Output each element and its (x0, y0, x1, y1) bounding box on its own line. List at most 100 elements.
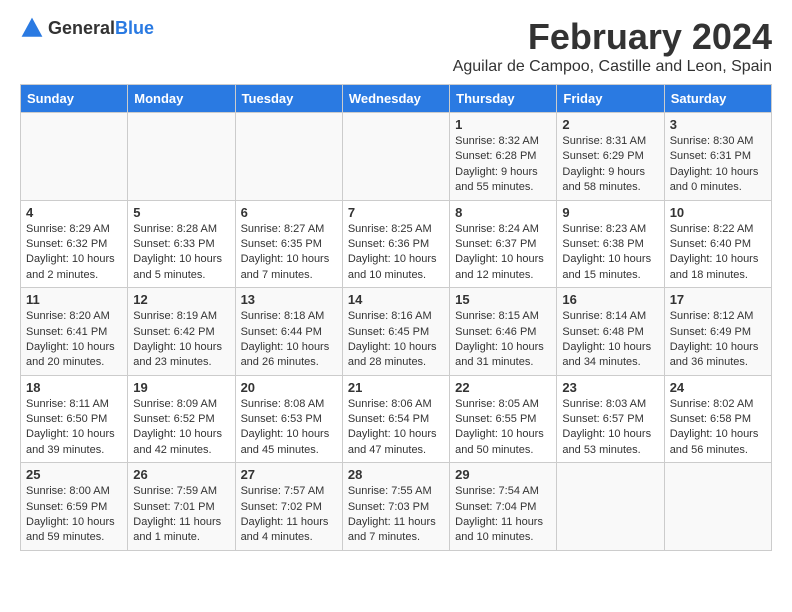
logo-text-blue: Blue (115, 18, 154, 38)
calendar-cell: 25 Sunrise: 8:00 AM Sunset: 6:59 PM Dayli… (21, 463, 128, 551)
day-info: Sunrise: 8:18 AM Sunset: 6:44 PM Dayligh… (241, 309, 337, 371)
calendar-cell: 22 Sunrise: 8:05 AM Sunset: 6:55 PM Dayli… (450, 375, 557, 463)
day-info: Sunrise: 8:14 AM Sunset: 6:48 PM Dayligh… (562, 309, 658, 371)
calendar-cell: 23 Sunrise: 8:03 AM Sunset: 6:57 PM Dayli… (557, 375, 664, 463)
calendar-cell (235, 113, 342, 201)
day-info: Sunrise: 7:59 AM Sunset: 7:01 PM Dayligh… (133, 484, 229, 546)
calendar-cell: 27 Sunrise: 7:57 AM Sunset: 7:02 PM Dayli… (235, 463, 342, 551)
calendar-cell: 4Sunrise: 8:29 AM Sunset: 6:32 PM Daylig… (21, 200, 128, 288)
day-info: Sunrise: 8:16 AM Sunset: 6:45 PM Dayligh… (348, 309, 444, 371)
day-number: 3 (670, 117, 766, 132)
calendar-cell: 26Sunrise: 7:59 AM Sunset: 7:01 PM Dayli… (128, 463, 235, 551)
calendar-cell: 10 Sunrise: 8:22 AM Sunset: 6:40 PM Dayli… (664, 200, 771, 288)
calendar-table: SundayMondayTuesdayWednesdayThursdayFrid… (20, 84, 772, 551)
day-info: Sunrise: 8:12 AM Sunset: 6:49 PM Dayligh… (670, 309, 766, 371)
day-number: 29 (455, 467, 551, 482)
column-header-tuesday: Tuesday (235, 85, 342, 113)
calendar-cell (342, 113, 449, 201)
day-number: 8 (455, 205, 551, 220)
column-header-friday: Friday (557, 85, 664, 113)
day-info: Sunrise: 8:28 AM Sunset: 6:33 PM Dayligh… (133, 222, 229, 284)
day-number: 19 (133, 380, 229, 395)
day-number: 17 (670, 292, 766, 307)
calendar-cell: 18 Sunrise: 8:11 AM Sunset: 6:50 PM Dayli… (21, 375, 128, 463)
calendar-week-row: 4Sunrise: 8:29 AM Sunset: 6:32 PM Daylig… (21, 200, 772, 288)
day-number: 27 (241, 467, 337, 482)
calendar-cell: 19 Sunrise: 8:09 AM Sunset: 6:52 PM Dayli… (128, 375, 235, 463)
day-info: Sunrise: 7:57 AM Sunset: 7:02 PM Dayligh… (241, 484, 337, 546)
day-number: 28 (348, 467, 444, 482)
day-number: 25 (26, 467, 122, 482)
calendar-cell: 17 Sunrise: 8:12 AM Sunset: 6:49 PM Dayli… (664, 288, 771, 376)
logo-icon (20, 16, 44, 40)
day-info: Sunrise: 8:23 AM Sunset: 6:38 PM Dayligh… (562, 222, 658, 284)
calendar-week-row: 25 Sunrise: 8:00 AM Sunset: 6:59 PM Dayli… (21, 463, 772, 551)
calendar-cell: 3 Sunrise: 8:30 AM Sunset: 6:31 PM Daylig… (664, 113, 771, 201)
day-number: 5 (133, 205, 229, 220)
calendar-cell: 16 Sunrise: 8:14 AM Sunset: 6:48 PM Dayli… (557, 288, 664, 376)
day-info: Sunrise: 8:08 AM Sunset: 6:53 PM Dayligh… (241, 397, 337, 459)
calendar-cell: 1 Sunrise: 8:32 AM Sunset: 6:28 PM Daylig… (450, 113, 557, 201)
calendar-cell: 7 Sunrise: 8:25 AM Sunset: 6:36 PM Daylig… (342, 200, 449, 288)
logo-text-general: General (48, 18, 115, 38)
calendar-cell: 6 Sunrise: 8:27 AM Sunset: 6:35 PM Daylig… (235, 200, 342, 288)
day-number: 13 (241, 292, 337, 307)
day-number: 23 (562, 380, 658, 395)
day-number: 24 (670, 380, 766, 395)
calendar-cell (21, 113, 128, 201)
calendar-cell: 8 Sunrise: 8:24 AM Sunset: 6:37 PM Daylig… (450, 200, 557, 288)
day-info: Sunrise: 8:03 AM Sunset: 6:57 PM Dayligh… (562, 397, 658, 459)
day-number: 20 (241, 380, 337, 395)
day-info: Sunrise: 8:05 AM Sunset: 6:55 PM Dayligh… (455, 397, 551, 459)
day-info: Sunrise: 8:02 AM Sunset: 6:58 PM Dayligh… (670, 397, 766, 459)
subtitle: Aguilar de Campoo, Castille and Leon, Sp… (453, 58, 772, 76)
header: GeneralBlue February 2024 Aguilar de Cam… (20, 16, 772, 76)
day-info: Sunrise: 7:54 AM Sunset: 7:04 PM Dayligh… (455, 484, 551, 546)
day-info: Sunrise: 8:24 AM Sunset: 6:37 PM Dayligh… (455, 222, 551, 284)
logo: GeneralBlue (20, 16, 154, 40)
day-number: 15 (455, 292, 551, 307)
column-header-thursday: Thursday (450, 85, 557, 113)
day-number: 9 (562, 205, 658, 220)
day-info: Sunrise: 8:25 AM Sunset: 6:36 PM Dayligh… (348, 222, 444, 284)
calendar-cell (128, 113, 235, 201)
column-header-monday: Monday (128, 85, 235, 113)
calendar-cell: 24 Sunrise: 8:02 AM Sunset: 6:58 PM Dayli… (664, 375, 771, 463)
calendar-cell: 11 Sunrise: 8:20 AM Sunset: 6:41 PM Dayli… (21, 288, 128, 376)
day-number: 7 (348, 205, 444, 220)
calendar-cell: 2Sunrise: 8:31 AM Sunset: 6:29 PM Daylig… (557, 113, 664, 201)
column-header-saturday: Saturday (664, 85, 771, 113)
day-info: Sunrise: 8:30 AM Sunset: 6:31 PM Dayligh… (670, 134, 766, 196)
day-number: 11 (26, 292, 122, 307)
calendar-cell: 29 Sunrise: 7:54 AM Sunset: 7:04 PM Dayli… (450, 463, 557, 551)
day-info: Sunrise: 8:29 AM Sunset: 6:32 PM Dayligh… (26, 222, 122, 284)
calendar-cell: 21 Sunrise: 8:06 AM Sunset: 6:54 PM Dayli… (342, 375, 449, 463)
calendar-cell (557, 463, 664, 551)
day-number: 6 (241, 205, 337, 220)
day-info: Sunrise: 8:19 AM Sunset: 6:42 PM Dayligh… (133, 309, 229, 371)
day-info: Sunrise: 8:32 AM Sunset: 6:28 PM Dayligh… (455, 134, 551, 196)
day-number: 1 (455, 117, 551, 132)
calendar-week-row: 18 Sunrise: 8:11 AM Sunset: 6:50 PM Dayli… (21, 375, 772, 463)
day-info: Sunrise: 8:15 AM Sunset: 6:46 PM Dayligh… (455, 309, 551, 371)
day-info: Sunrise: 8:27 AM Sunset: 6:35 PM Dayligh… (241, 222, 337, 284)
day-number: 16 (562, 292, 658, 307)
calendar-week-row: 11 Sunrise: 8:20 AM Sunset: 6:41 PM Dayli… (21, 288, 772, 376)
day-info: Sunrise: 8:20 AM Sunset: 6:41 PM Dayligh… (26, 309, 122, 371)
title-area: February 2024 Aguilar de Campoo, Castill… (453, 16, 772, 76)
day-info: Sunrise: 8:11 AM Sunset: 6:50 PM Dayligh… (26, 397, 122, 459)
day-number: 18 (26, 380, 122, 395)
day-number: 10 (670, 205, 766, 220)
day-number: 12 (133, 292, 229, 307)
day-number: 21 (348, 380, 444, 395)
day-info: Sunrise: 8:00 AM Sunset: 6:59 PM Dayligh… (26, 484, 122, 546)
day-number: 2 (562, 117, 658, 132)
day-number: 14 (348, 292, 444, 307)
day-info: Sunrise: 8:09 AM Sunset: 6:52 PM Dayligh… (133, 397, 229, 459)
day-info: Sunrise: 8:06 AM Sunset: 6:54 PM Dayligh… (348, 397, 444, 459)
day-number: 22 (455, 380, 551, 395)
calendar-cell: 9 Sunrise: 8:23 AM Sunset: 6:38 PM Daylig… (557, 200, 664, 288)
calendar-header-row: SundayMondayTuesdayWednesdayThursdayFrid… (21, 85, 772, 113)
main-title: February 2024 (453, 16, 772, 58)
day-info: Sunrise: 8:22 AM Sunset: 6:40 PM Dayligh… (670, 222, 766, 284)
